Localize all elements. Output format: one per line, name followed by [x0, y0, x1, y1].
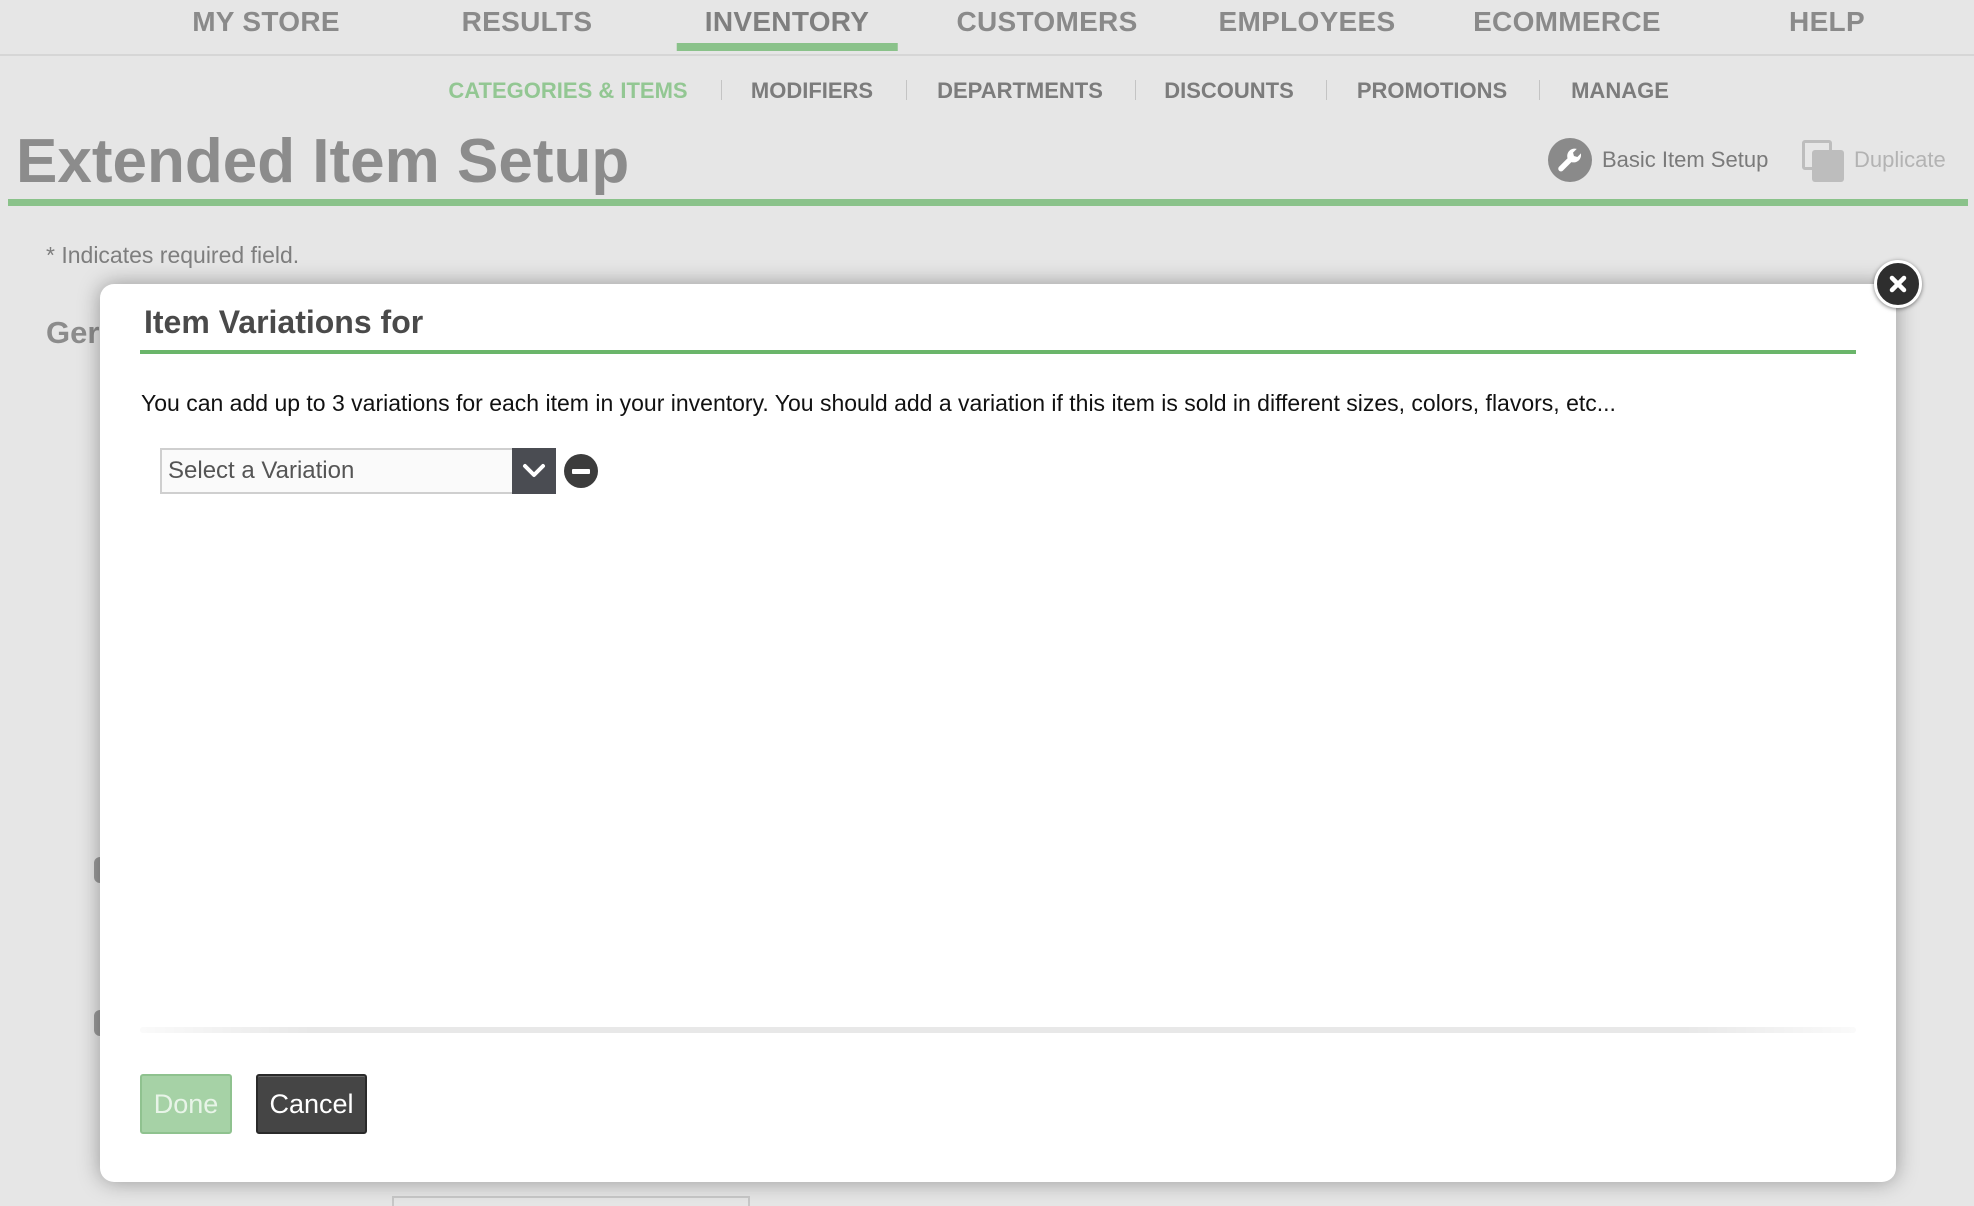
- subnav-separator: [1539, 80, 1540, 100]
- subnav-item-departments[interactable]: DEPARTMENTS: [937, 78, 1103, 104]
- basic-item-setup-label: Basic Item Setup: [1602, 147, 1769, 172]
- header-divider: [8, 199, 1968, 206]
- nav-item-my-store[interactable]: MY STORE: [164, 6, 368, 46]
- subnav-separator: [1135, 80, 1136, 100]
- chevron-down-icon: [523, 464, 545, 477]
- minus-circle-icon: [572, 468, 590, 474]
- modal-title: Item Variations for: [144, 304, 424, 340]
- variation-select[interactable]: Select a Variation: [160, 448, 512, 494]
- subnav-item-modifiers[interactable]: MODIFIERS: [751, 78, 873, 104]
- required-field-note: * Indicates required field.: [46, 242, 300, 268]
- subnav-item-discounts[interactable]: DISCOUNTS: [1164, 78, 1294, 104]
- wrench-icon: [1548, 138, 1592, 182]
- nav-item-employees[interactable]: EMPLOYEES: [1191, 6, 1424, 46]
- duplicate-button[interactable]: Duplicate: [1800, 136, 1946, 184]
- nav-item-ecommerce[interactable]: ECOMMERCE: [1445, 6, 1689, 46]
- nav-item-help[interactable]: HELP: [1761, 6, 1893, 46]
- nav-item-customers[interactable]: CUSTOMERS: [928, 6, 1165, 46]
- variation-dropdown-button[interactable]: [512, 448, 556, 494]
- item-variations-modal: Item Variations for You can add up to 3 …: [100, 284, 1896, 1182]
- subnav-item-promotions[interactable]: PROMOTIONS: [1357, 78, 1507, 104]
- modal-title-divider: [140, 350, 1856, 354]
- subnav-separator: [721, 80, 722, 100]
- remove-variation-button[interactable]: [564, 454, 598, 488]
- subnav-separator: [1326, 80, 1327, 100]
- basic-item-setup-button[interactable]: Basic Item Setup: [1548, 136, 1768, 184]
- variation-row: Select a Variation: [160, 448, 598, 494]
- background-input-edge: [392, 1196, 750, 1206]
- subnav-item-manage[interactable]: MANAGE: [1571, 78, 1669, 104]
- done-button[interactable]: Done: [140, 1074, 232, 1134]
- close-icon: [1889, 275, 1907, 293]
- section-heading: Ger: [46, 315, 100, 350]
- page-title: Extended Item Setup: [16, 127, 630, 196]
- duplicate-icon: [1800, 138, 1844, 182]
- main-nav: MY STORE RESULTS INVENTORY CUSTOMERS EMP…: [0, 0, 1974, 56]
- cancel-button[interactable]: Cancel: [256, 1074, 367, 1134]
- nav-item-inventory[interactable]: INVENTORY: [676, 6, 898, 51]
- modal-description: You can add up to 3 variations for each …: [141, 390, 1616, 416]
- modal-footer-divider: [140, 1027, 1856, 1033]
- subnav-item-categories-items[interactable]: CATEGORIES & ITEMS: [448, 78, 687, 104]
- subnav-separator: [906, 80, 907, 100]
- nav-item-results[interactable]: RESULTS: [434, 6, 621, 46]
- duplicate-label: Duplicate: [1854, 147, 1946, 172]
- modal-close-button[interactable]: [1874, 260, 1922, 308]
- sub-nav: CATEGORIES & ITEMS MODIFIERS DEPARTMENTS…: [0, 74, 1974, 106]
